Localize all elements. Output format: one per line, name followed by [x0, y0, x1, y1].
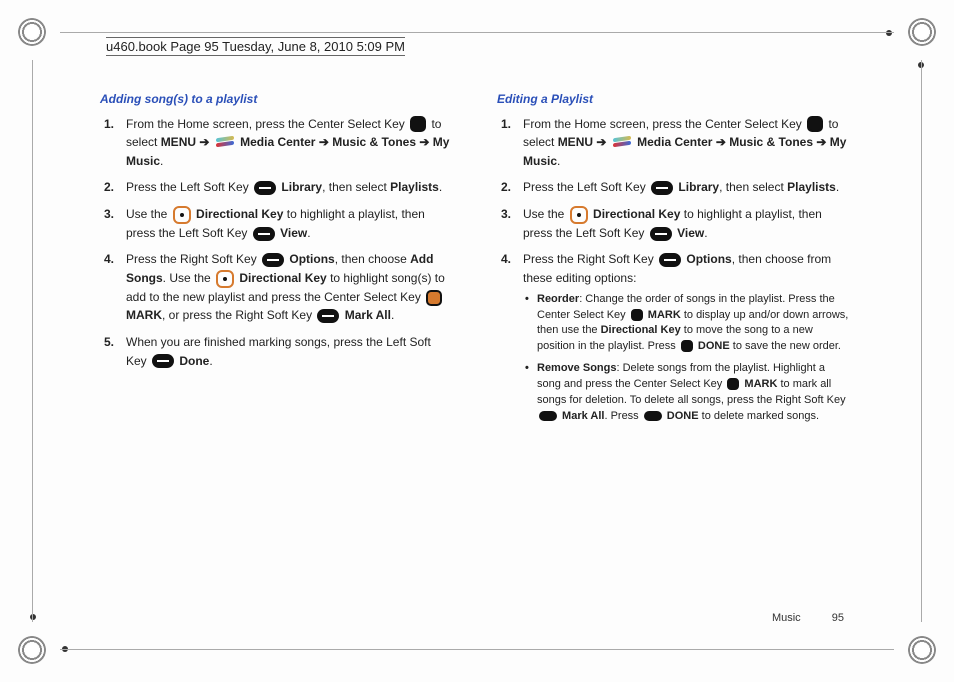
- content-columns: Adding song(s) to a playlist From the Ho…: [100, 90, 854, 433]
- arrow-icon: ➔: [716, 135, 726, 149]
- step-3: Use the Directional Key to highlight a p…: [126, 205, 457, 242]
- left-column: Adding song(s) to a playlist From the Ho…: [100, 90, 457, 433]
- crop-dot-icon: [886, 30, 892, 36]
- left-soft-key-icon: [650, 227, 672, 241]
- right-soft-key-icon: [539, 411, 557, 421]
- crop-corner-icon: [18, 636, 46, 664]
- step-5: When you are finished marking songs, pre…: [126, 333, 457, 370]
- directional-key-icon: [216, 270, 234, 288]
- crop-corner-icon: [908, 636, 936, 664]
- step-1: From the Home screen, press the Center S…: [126, 115, 457, 171]
- arrow-icon: ➔: [199, 135, 209, 149]
- center-select-key-icon: [727, 378, 739, 390]
- step-4: Press the Right Soft Key Options, then c…: [126, 250, 457, 325]
- right-soft-key-icon: [659, 253, 681, 267]
- directional-key-icon: [173, 206, 191, 224]
- step-4: Press the Right Soft Key Options, then c…: [523, 250, 854, 425]
- step-3: Use the Directional Key to highlight a p…: [523, 205, 854, 242]
- arrow-icon: ➔: [319, 135, 329, 149]
- left-soft-key-icon: [152, 354, 174, 368]
- crop-corner-icon: [18, 18, 46, 46]
- right-soft-key-icon: [317, 309, 339, 323]
- media-center-icon: [216, 137, 234, 149]
- center-select-key-icon: [410, 116, 426, 132]
- center-select-key-icon: [631, 309, 643, 321]
- arrow-icon: ➔: [816, 135, 826, 149]
- step-1: From the Home screen, press the Center S…: [523, 115, 854, 171]
- bullet-remove: Remove Songs: Delete songs from the play…: [537, 361, 850, 425]
- arrow-icon: ➔: [419, 135, 429, 149]
- right-column: Editing a Playlist From the Home screen,…: [497, 90, 854, 433]
- bullet-reorder: Reorder: Change the order of songs in th…: [537, 292, 850, 356]
- step-2: Press the Left Soft Key Library, then se…: [523, 178, 854, 197]
- footer-page-number: 95: [832, 612, 844, 624]
- arrow-icon: ➔: [596, 135, 606, 149]
- crop-line: [32, 60, 33, 622]
- crop-line: [60, 649, 894, 650]
- left-soft-key-icon: [254, 181, 276, 195]
- media-center-icon: [613, 137, 631, 149]
- right-soft-key-icon: [262, 253, 284, 267]
- section-title-add: Adding song(s) to a playlist: [100, 90, 457, 109]
- crop-corner-icon: [908, 18, 936, 46]
- section-title-edit: Editing a Playlist: [497, 90, 854, 109]
- left-soft-key-icon: [651, 181, 673, 195]
- page-header: u460.book Page 95 Tuesday, June 8, 2010 …: [106, 37, 405, 56]
- page-footer: Music 95: [772, 612, 844, 624]
- footer-section: Music: [772, 612, 801, 624]
- left-soft-key-icon: [253, 227, 275, 241]
- crop-line: [921, 60, 922, 622]
- center-select-key-icon: [681, 340, 693, 352]
- crop-dot-icon: [30, 614, 36, 620]
- step-2: Press the Left Soft Key Library, then se…: [126, 178, 457, 197]
- center-select-key-icon: [426, 290, 442, 306]
- crop-line: [60, 32, 894, 33]
- left-soft-key-icon: [644, 411, 662, 421]
- center-select-key-icon: [807, 116, 823, 132]
- directional-key-icon: [570, 206, 588, 224]
